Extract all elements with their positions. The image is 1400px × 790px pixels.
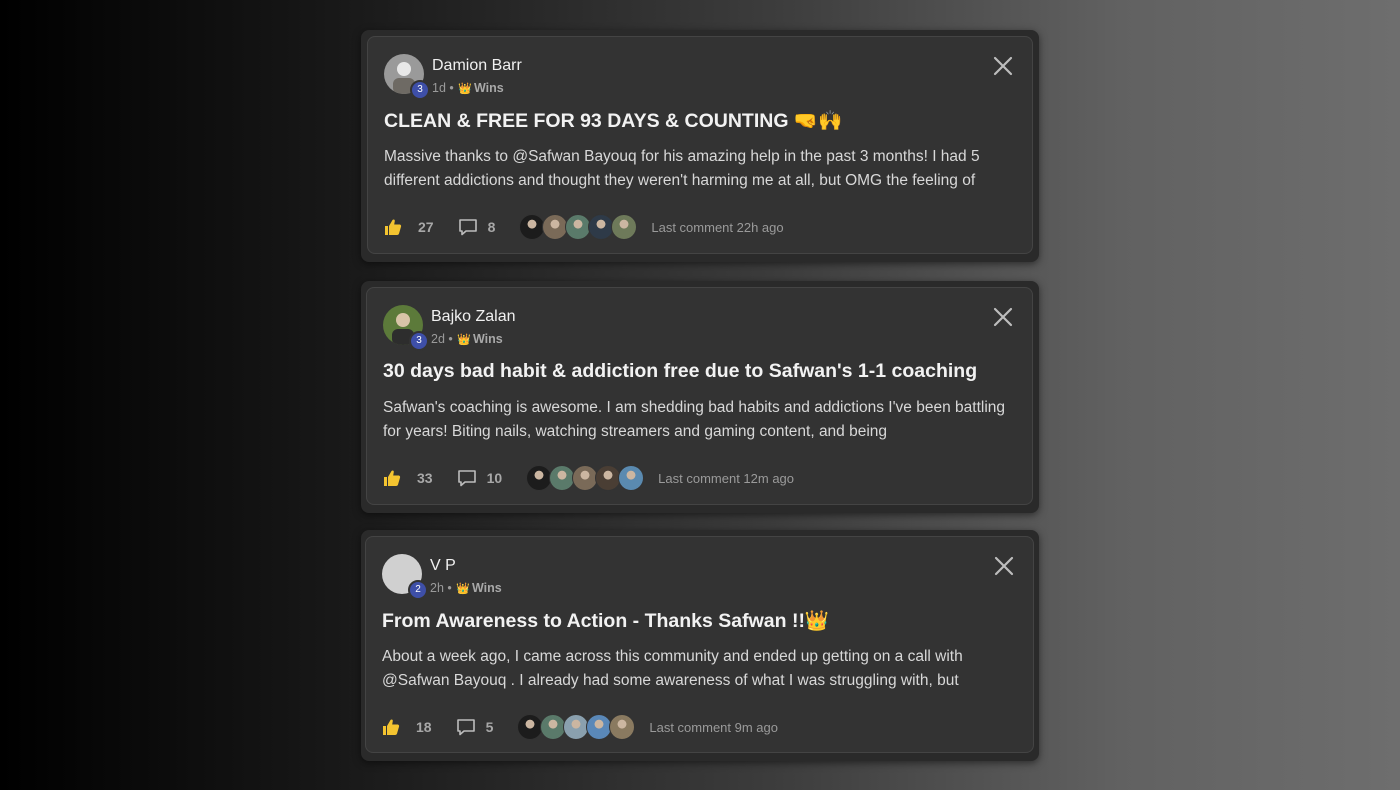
- like-count: 33: [417, 470, 433, 486]
- comment-icon[interactable]: [458, 218, 478, 236]
- level-badge: 3: [410, 80, 430, 100]
- comment-icon[interactable]: [457, 469, 477, 487]
- author-avatar-wrap[interactable]: 3: [383, 305, 429, 351]
- comment-count: 10: [486, 470, 503, 486]
- post-body[interactable]: Safwan's coaching is awesome. I am shedd…: [383, 396, 1006, 444]
- post-frame: 3 Damion Barr 1d • 👑 Wins CLEAN & FREE FO…: [361, 30, 1039, 262]
- post-time: 2h: [430, 581, 444, 595]
- post-frame: 3 Bajko Zalan 2d • 👑 Wins 30 days bad hab…: [361, 281, 1039, 513]
- category-label[interactable]: Wins: [473, 332, 503, 346]
- post-title[interactable]: CLEAN & FREE FOR 93 DAYS & COUNTING 🤜🙌: [384, 109, 1012, 133]
- post-frame: 2 V P 2h • 👑 Wins From Awareness to Actio…: [361, 530, 1039, 761]
- like-count: 18: [416, 719, 432, 735]
- thumbs-up-icon[interactable]: [384, 218, 402, 236]
- post-time: 1d: [432, 81, 446, 95]
- meta-separator: •: [449, 81, 454, 95]
- last-comment-time: Last comment 22h ago: [651, 219, 784, 235]
- commenter-avatars: [519, 214, 638, 240]
- author-avatar-wrap[interactable]: 2: [382, 554, 428, 600]
- post-title[interactable]: 30 days bad habit & addiction free due t…: [383, 360, 1012, 383]
- post-card[interactable]: 2 V P 2h • 👑 Wins From Awareness to Actio…: [365, 536, 1034, 753]
- thumbs-up-icon[interactable]: [383, 469, 401, 487]
- commenter-avatar[interactable]: [609, 714, 636, 740]
- post-card[interactable]: 3 Damion Barr 1d • 👑 Wins CLEAN & FREE FO…: [367, 36, 1033, 254]
- author-avatar-wrap[interactable]: 3: [384, 54, 430, 100]
- author-name[interactable]: Bajko Zalan: [431, 308, 516, 326]
- post-body[interactable]: Massive thanks to @Safwan Bayouq for his…: [384, 145, 1006, 193]
- post-footer: 33 10 Last comment 12m ago: [383, 464, 794, 492]
- crown-icon: 👑: [458, 83, 472, 95]
- level-badge: 2: [408, 580, 428, 600]
- author-name[interactable]: V P: [430, 557, 456, 575]
- last-comment-time: Last comment 9m ago: [649, 719, 778, 735]
- commenter-avatar[interactable]: [611, 214, 638, 240]
- thumbs-up-icon[interactable]: [382, 718, 400, 736]
- author-name[interactable]: Damion Barr: [432, 57, 522, 75]
- post-meta: 2d • 👑 Wins: [431, 332, 503, 346]
- post-title[interactable]: From Awareness to Action - Thanks Safwan…: [382, 609, 1013, 633]
- crown-icon: 👑: [457, 334, 471, 346]
- commenter-avatars: [517, 714, 636, 740]
- comment-icon[interactable]: [456, 718, 476, 736]
- post-time: 2d: [431, 332, 445, 346]
- post-meta: 1d • 👑 Wins: [432, 81, 504, 95]
- close-icon[interactable]: [993, 555, 1015, 577]
- close-icon[interactable]: [992, 306, 1014, 328]
- post-footer: 27 8 Last comment 22h ago: [384, 213, 784, 241]
- level-badge: 3: [409, 331, 429, 351]
- crown-icon: 👑: [456, 583, 470, 595]
- category-label[interactable]: Wins: [472, 581, 502, 595]
- post-meta: 2h • 👑 Wins: [430, 581, 502, 595]
- post-card[interactable]: 3 Bajko Zalan 2d • 👑 Wins 30 days bad hab…: [366, 287, 1033, 505]
- meta-separator: •: [447, 581, 452, 595]
- post-footer: 18 5 Last comment 9m ago: [382, 713, 778, 741]
- commenter-avatar[interactable]: [618, 465, 645, 491]
- like-count: 27: [418, 219, 434, 235]
- category-label[interactable]: Wins: [474, 81, 504, 95]
- post-body[interactable]: About a week ago, I came across this com…: [382, 645, 1007, 693]
- comment-count: 5: [485, 719, 494, 735]
- close-icon[interactable]: [992, 55, 1014, 77]
- meta-separator: •: [448, 332, 453, 346]
- commenter-avatars: [526, 465, 645, 491]
- last-comment-time: Last comment 12m ago: [658, 470, 795, 486]
- comment-count: 8: [487, 219, 496, 235]
